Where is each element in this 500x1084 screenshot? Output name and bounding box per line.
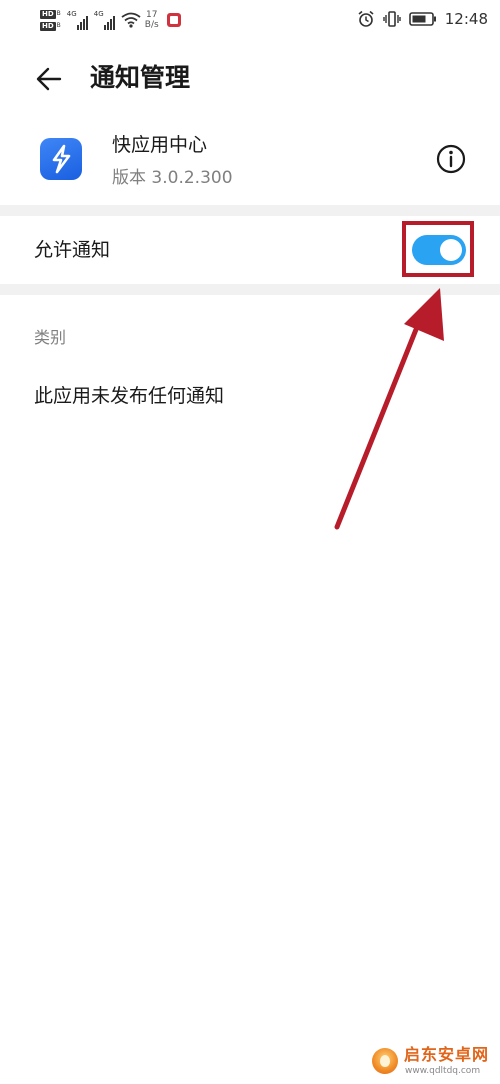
network-type-label: 4G <box>93 10 104 18</box>
allow-notifications-label: 允许通知 <box>34 239 111 261</box>
watermark-url: www.qdltdq.com <box>405 1066 481 1076</box>
quick-app-center-icon <box>40 138 82 180</box>
info-icon[interactable] <box>434 142 468 176</box>
hd-indicators: HD B HD B <box>40 9 61 31</box>
signal-icon: 4G <box>94 10 115 30</box>
app-info-section: 快应用中心 版本 3.0.2.300 <box>0 122 500 200</box>
hd-sub: B <box>56 10 61 17</box>
annotation-highlight-box <box>402 221 474 277</box>
app-name: 快应用中心 <box>112 134 208 156</box>
app-notification-icon <box>166 13 181 27</box>
vibrate-icon <box>383 10 401 28</box>
battery-icon <box>408 11 437 27</box>
hd-sub: B <box>56 22 61 29</box>
category-header: 类别 <box>34 328 67 347</box>
no-notifications-message: 此应用未发布任何通知 <box>34 385 225 407</box>
signal-icon: 4G <box>67 10 88 30</box>
alarm-icon <box>357 10 375 28</box>
status-bar-left: HD B HD B 4G 4G 17 B/s <box>40 6 181 34</box>
app-bar: 通知管理 <box>0 48 500 108</box>
network-type-label: 4G <box>66 10 77 18</box>
app-version: 版本 3.0.2.300 <box>112 168 233 188</box>
status-time: 12:48 <box>444 10 488 28</box>
status-bar: HD B HD B 4G 4G 17 B/s 12:48 <box>0 0 500 38</box>
hd-badge: HD <box>40 21 56 31</box>
section-divider <box>0 284 500 295</box>
hd-badge: HD <box>40 9 56 19</box>
watermark-title: 启东安卓网 <box>404 1045 490 1064</box>
section-divider <box>0 205 500 216</box>
watermark-logo-icon <box>372 1048 398 1074</box>
site-watermark: 启东安卓网 www.qdltdq.com <box>372 1044 496 1080</box>
status-bar-right: 12:48 <box>349 8 488 30</box>
speed-value: 17 <box>146 10 158 20</box>
back-arrow-icon[interactable] <box>34 64 64 94</box>
network-speed: 17 B/s <box>145 10 159 30</box>
wifi-icon <box>121 12 141 28</box>
speed-unit: B/s <box>144 20 159 30</box>
page-title: 通知管理 <box>90 63 191 92</box>
